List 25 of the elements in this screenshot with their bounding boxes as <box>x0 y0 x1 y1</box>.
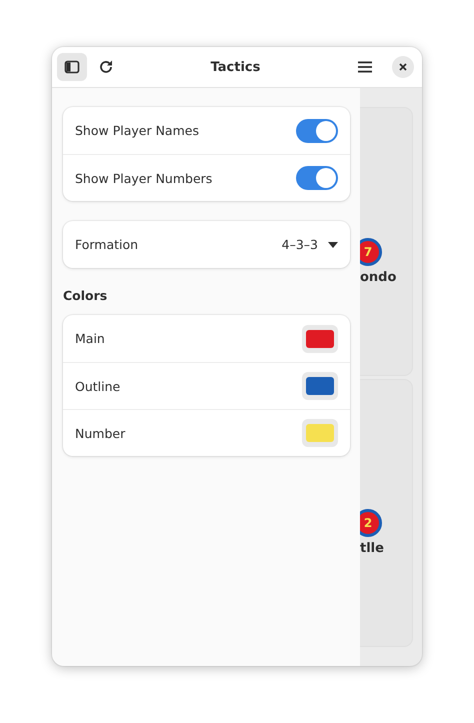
toggle-switch[interactable] <box>296 166 338 190</box>
color-label: Main <box>75 331 105 346</box>
close-button[interactable] <box>392 56 414 78</box>
caret-icon <box>328 242 338 248</box>
player-name: tlle <box>360 541 384 556</box>
sidebar-icon <box>64 59 80 75</box>
color-label: Outline <box>75 378 120 394</box>
toggle-switch[interactable] <box>296 118 338 142</box>
refresh-icon <box>98 59 114 75</box>
toggle-label: Show Player Numbers <box>75 170 212 186</box>
formation-dropdown[interactable]: 4–3–3 <box>282 237 338 252</box>
color-label: Number <box>75 426 126 440</box>
formation-label: Formation <box>75 237 138 252</box>
player-name: ondo <box>360 270 396 285</box>
player-badge: 2 <box>360 509 382 538</box>
player-badge: 7 <box>360 238 382 266</box>
color-button[interactable] <box>302 372 338 400</box>
close-icon <box>398 62 408 72</box>
section-heading: Colors <box>63 288 108 303</box>
color-button[interactable] <box>302 324 338 352</box>
window-title: Tactics <box>210 60 262 74</box>
toggle-label: Show Player Names <box>75 123 199 138</box>
menu-icon <box>357 60 373 74</box>
sidebar-toggle-button[interactable] <box>57 53 87 81</box>
color-button[interactable] <box>302 419 338 447</box>
